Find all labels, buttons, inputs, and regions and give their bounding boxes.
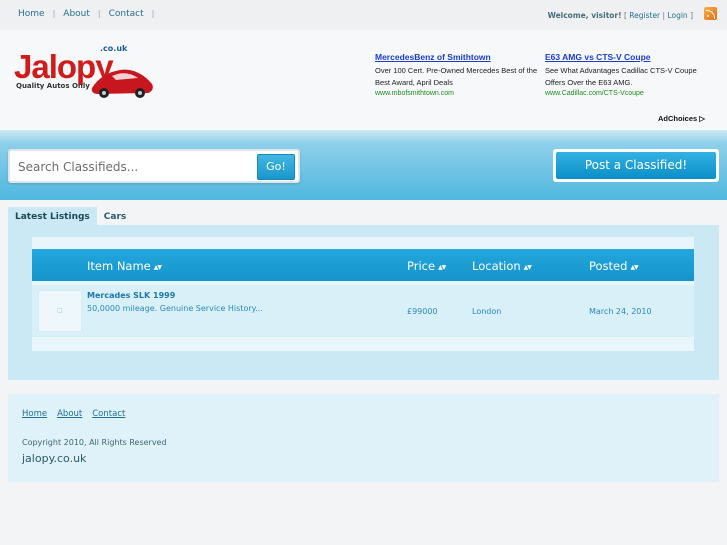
tab-cars[interactable]: Cars	[97, 207, 133, 227]
search-go-button[interactable]: Go!	[257, 154, 295, 180]
ad-url[interactable]: www.Cadillac.com/CTS-Vcoupe	[545, 89, 710, 98]
listing-description: 50,0000 mileage. Genuine Service History…	[87, 304, 263, 313]
table-header: Item Name ▲▼ Price ▲▼ Location ▲▼ Posted ▲▼	[32, 249, 694, 281]
nav-separator: |	[151, 9, 155, 18]
search-box: Go!	[8, 149, 300, 183]
ad-title-link[interactable]: E63 AMG vs CTS-V Coupe	[545, 52, 710, 62]
welcome-text: Welcome, visitor!	[547, 11, 622, 20]
column-label: Item Name	[87, 259, 151, 273]
nav-home-link[interactable]: Home	[18, 9, 45, 19]
bracket-close: ]	[687, 11, 693, 20]
nav-separator: |	[97, 9, 101, 18]
footer-about-link[interactable]: About	[57, 409, 82, 419]
login-link[interactable]: Login	[667, 11, 687, 20]
listing-location: London	[472, 307, 502, 316]
tab-latest-listings[interactable]: Latest Listings	[8, 207, 97, 227]
column-header-posted[interactable]: Posted ▲▼	[589, 259, 639, 273]
ad-title-link[interactable]: MercedesBenz of Smithtown	[375, 52, 540, 62]
listings-panel: Item Name ▲▼ Price ▲▼ Location ▲▼ Posted ▲▼ …	[8, 225, 719, 380]
footer-home-link[interactable]: Home	[22, 409, 47, 419]
listing-price: £99000	[407, 307, 438, 316]
column-header-item-name[interactable]: Item Name ▲▼	[87, 259, 162, 273]
search-band: Go! Post a Classified!	[0, 130, 727, 200]
footer-domain: jalopy.co.uk	[22, 452, 87, 465]
column-header-price[interactable]: Price ▲▼	[407, 259, 446, 273]
listing-tabs: Latest Listings Cars	[8, 207, 133, 227]
logo[interactable]: Jalopy .co.uk Quality Autos Only	[12, 44, 162, 118]
nav-about-link[interactable]: About	[63, 9, 90, 19]
post-classified-button[interactable]: Post a Classified!	[553, 149, 719, 182]
search-input[interactable]	[18, 157, 248, 177]
welcome-bar: Welcome, visitor! [ Register | Login ]	[548, 11, 693, 20]
footer: Home About Contact Copyright 2010, All R…	[8, 394, 719, 482]
ad-body: Over 100 Cert. Pre-Owned Mercedes Best o…	[375, 66, 538, 87]
sort-icon: ▲▼	[153, 264, 162, 271]
sort-icon: ▲▼	[523, 264, 532, 271]
nav-contact-link[interactable]: Contact	[109, 9, 144, 19]
nav-separator: |	[52, 9, 56, 18]
footer-nav: Home About Contact	[22, 409, 125, 419]
register-link[interactable]: Register	[629, 11, 660, 20]
car-icon	[90, 69, 153, 98]
top-bar: Home | About | Contact | Welcome, visito…	[0, 0, 727, 30]
column-label: Location	[472, 259, 521, 273]
sort-icon: ▲▼	[438, 264, 446, 271]
header: Jalopy .co.uk Quality Autos Only Mercede…	[0, 30, 727, 130]
listing-thumbnail[interactable]: □	[38, 290, 82, 332]
image-placeholder-icon: □	[57, 307, 63, 314]
logo-tagline: Quality Autos Only	[16, 82, 90, 90]
logo-couk: .co.uk	[100, 44, 128, 53]
top-nav: Home | About | Contact |	[18, 9, 162, 19]
adchoices-link[interactable]: AdChoices ▷	[658, 114, 705, 123]
sort-icon: ▲▼	[630, 264, 638, 271]
post-classified-label: Post a Classified!	[556, 152, 716, 179]
table-row[interactable]: □ Mercades SLK 1999 50,0000 mileage. Gen…	[32, 285, 694, 337]
listings-table: Item Name ▲▼ Price ▲▼ Location ▲▼ Posted ▲▼ …	[32, 237, 694, 351]
copyright-text: Copyright 2010, All Rights Reserved	[22, 438, 167, 447]
column-label: Price	[407, 259, 436, 273]
rss-icon[interactable]	[704, 7, 717, 20]
adchoices-label: AdChoices	[658, 114, 698, 123]
footer-contact-link[interactable]: Contact	[92, 409, 125, 419]
listing-posted-date: March 24, 2010	[589, 307, 652, 316]
ad-block-2[interactable]: E63 AMG vs CTS-V Coupe See What Advantag…	[545, 52, 710, 98]
column-label: Posted	[589, 259, 628, 273]
listing-title-link[interactable]: Mercades SLK 1999	[87, 291, 175, 300]
ad-body: See What Advantages Cadillac CTS-V Coupe…	[545, 66, 697, 87]
ad-url[interactable]: www.mbofsmithtown.com	[375, 89, 540, 98]
ad-block-1[interactable]: MercedesBenz of Smithtown Over 100 Cert.…	[375, 52, 540, 98]
adchoices-icon: ▷	[699, 114, 706, 123]
column-header-location[interactable]: Location ▲▼	[472, 259, 532, 273]
